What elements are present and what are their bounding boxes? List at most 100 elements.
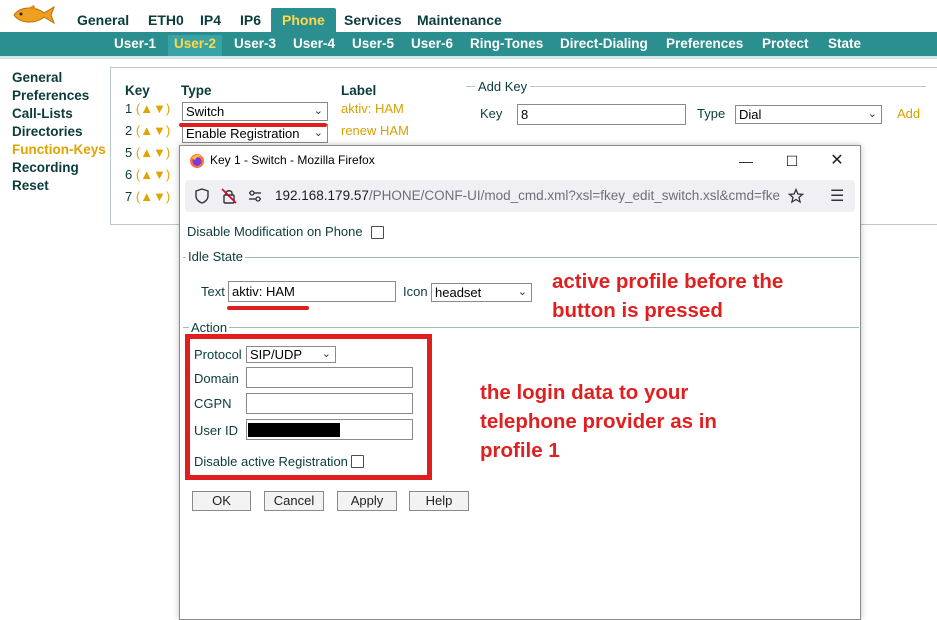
subnav-divider	[0, 56, 937, 59]
key-1-type-select[interactable]: Switch ⌄	[182, 102, 328, 121]
tab-ip4[interactable]: IP4	[200, 10, 221, 32]
chevron-down-icon: ⌄	[313, 127, 323, 139]
hamburger-menu-icon[interactable]: ☰	[830, 186, 844, 206]
url-text[interactable]: 192.168.179.57/PHONE/CONF-UI/mod_cmd.xml…	[275, 188, 785, 203]
menu-item-directories[interactable]: Directories	[12, 123, 106, 141]
add-key-number-input[interactable]: 8	[517, 104, 686, 125]
move-arrows-icon[interactable]: (▲▼)	[136, 101, 170, 116]
apply-button[interactable]: Apply	[337, 491, 397, 511]
menu-item-general[interactable]: General	[12, 69, 106, 87]
url-path: /PHONE/CONF-UI/mod_cmd.xml?xsl=fkey_edit…	[368, 188, 780, 203]
sub-nav: User-1 User-2 User-3 User-4 User-5 User-…	[0, 32, 937, 56]
maximize-icon[interactable]: ☐	[780, 150, 804, 172]
move-arrows-icon[interactable]: (▲▼)	[136, 167, 170, 182]
subtab-state[interactable]: State	[828, 36, 861, 56]
annotation-line: active profile before the	[552, 270, 784, 293]
idle-icon-label: Icon	[403, 284, 428, 299]
key-number: 1	[125, 101, 133, 116]
key-1-label[interactable]: aktiv: HAM	[341, 101, 404, 116]
menu-item-preferences[interactable]: Preferences	[12, 87, 106, 105]
annotation-line: the login data to your	[480, 381, 689, 404]
minimize-icon[interactable]: —	[734, 150, 758, 172]
move-arrows-icon[interactable]: (▲▼)	[136, 189, 170, 204]
selected-value: headset	[435, 285, 482, 300]
annotation-line: button is pressed	[552, 299, 723, 322]
idle-icon-select[interactable]: headset ⌄	[431, 283, 532, 302]
add-key-link[interactable]: Add	[897, 106, 920, 121]
tab-ip6[interactable]: IP6	[240, 10, 261, 32]
action-divider	[183, 327, 859, 328]
shield-icon[interactable]	[194, 188, 210, 204]
menu-item-function-keys[interactable]: Function-Keys	[12, 141, 106, 159]
close-icon[interactable]: ✕	[825, 150, 849, 172]
key-row: 7 (▲▼)	[125, 189, 170, 204]
disable-modification-label: Disable Modification on Phone	[187, 224, 363, 239]
key-row: 2 (▲▼)	[125, 123, 170, 138]
key-number: 5	[125, 145, 133, 160]
firefox-icon	[190, 154, 204, 168]
idle-state-annotation: active profile before the button is pres…	[552, 267, 783, 325]
menu-item-reset[interactable]: Reset	[12, 177, 106, 195]
move-arrows-icon[interactable]: (▲▼)	[136, 145, 170, 160]
goldfish-logo-icon	[13, 5, 55, 25]
type-header: Type	[181, 83, 212, 98]
subtab-user-1[interactable]: User-1	[114, 36, 156, 56]
selected-value: Enable Registration	[186, 126, 300, 141]
tab-phone[interactable]: Phone	[271, 8, 336, 32]
title-bar: Key 1 - Switch - Mozilla Firefox — ☐ ✕	[180, 146, 860, 176]
top-nav: General ETH0 IP4 IP6 Phone Services Main…	[0, 0, 937, 32]
tab-general[interactable]: General	[77, 10, 129, 32]
subtab-protect[interactable]: Protect	[762, 36, 809, 56]
insecure-lock-icon[interactable]	[221, 188, 237, 204]
key-row: 1 (▲▼)	[125, 101, 170, 116]
chevron-down-icon: ⌄	[867, 108, 877, 120]
annotation-box	[185, 334, 432, 480]
subtab-user-3[interactable]: User-3	[234, 36, 276, 56]
selected-value: Dial	[739, 107, 762, 122]
left-menu: General Preferences Call-Lists Directori…	[12, 69, 106, 195]
idle-state-divider	[183, 257, 859, 258]
idle-state-legend: Idle State	[186, 249, 245, 264]
menu-item-recording[interactable]: Recording	[12, 159, 106, 177]
annotation-line: profile 1	[480, 439, 560, 462]
chevron-down-icon: ⌄	[313, 105, 323, 117]
key-number: 6	[125, 167, 133, 182]
chevron-down-icon: ⌄	[517, 286, 527, 298]
annotation-underline	[227, 306, 309, 310]
cancel-button[interactable]: Cancel	[264, 491, 324, 511]
idle-text-input[interactable]: aktiv: HAM	[228, 281, 396, 302]
key-row: 5 (▲▼)	[125, 145, 170, 160]
action-legend: Action	[189, 320, 230, 335]
subtab-user-2[interactable]: User-2	[168, 35, 223, 56]
annotation-underline	[179, 123, 327, 127]
key-number: 7	[125, 189, 133, 204]
key-2-label[interactable]: renew HAM	[341, 123, 409, 138]
tab-maintenance[interactable]: Maintenance	[417, 10, 502, 32]
subtab-user-5[interactable]: User-5	[352, 36, 394, 56]
subtab-ring-tones[interactable]: Ring-Tones	[470, 36, 543, 56]
key-number: 2	[125, 123, 133, 138]
tab-services[interactable]: Services	[344, 10, 402, 32]
subtab-user-4[interactable]: User-4	[293, 36, 335, 56]
add-key-type-label: Type	[697, 106, 726, 121]
add-key-type-select[interactable]: Dial ⌄	[735, 105, 882, 124]
annotation-line: telephone provider as in	[480, 410, 717, 433]
idle-text-label: Text	[201, 284, 225, 299]
disable-modification-checkbox[interactable]	[371, 226, 384, 239]
move-arrows-icon[interactable]: (▲▼)	[136, 123, 170, 138]
action-annotation: the login data to your telephone provide…	[480, 378, 717, 465]
add-key-key-label: Key	[480, 106, 503, 121]
subtab-user-6[interactable]: User-6	[411, 36, 453, 56]
selected-value: Switch	[186, 104, 225, 119]
subtab-direct-dialing[interactable]: Direct-Dialing	[560, 36, 648, 56]
tab-eth0[interactable]: ETH0	[148, 10, 184, 32]
subtab-preferences[interactable]: Preferences	[666, 36, 743, 56]
key-row: 6 (▲▼)	[125, 167, 170, 182]
help-button[interactable]: Help	[409, 491, 469, 511]
url-bar[interactable]: 192.168.179.57/PHONE/CONF-UI/mod_cmd.xml…	[185, 180, 855, 212]
bookmark-star-icon[interactable]	[788, 188, 804, 204]
ok-button[interactable]: OK	[192, 491, 251, 511]
menu-item-call-lists[interactable]: Call-Lists	[12, 105, 106, 123]
label-header: Label	[341, 83, 377, 98]
permissions-icon[interactable]	[247, 188, 263, 204]
